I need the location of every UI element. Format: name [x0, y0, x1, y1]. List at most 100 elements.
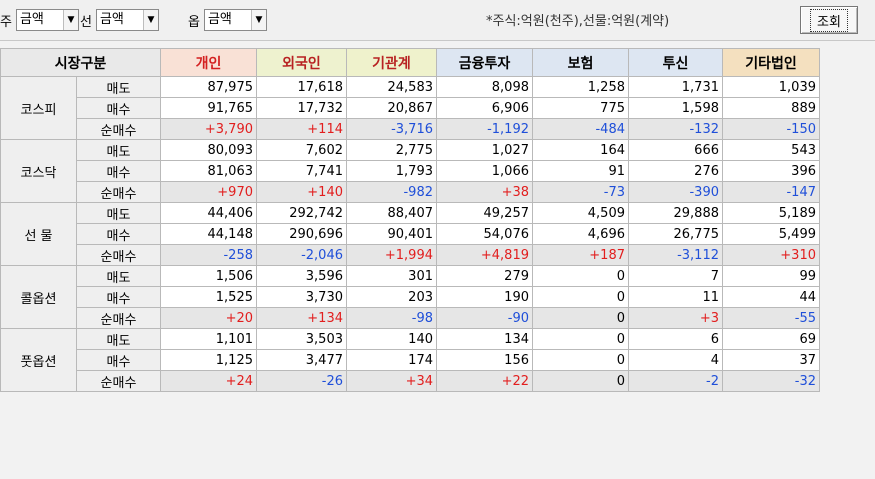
value-cell: +38 [436, 181, 533, 203]
trade-type-cell: 매도 [76, 265, 161, 287]
table-row[interactable]: 매수 44,148 290,696 90,401 54,076 4,696 26,775 5,… [1, 223, 820, 245]
value-cell: 6,906 [436, 97, 533, 119]
value-cell: 1,258 [532, 76, 629, 98]
header-other-corp: 기타법인 [722, 48, 820, 77]
table-row[interactable]: 풋옵션 매도 1,101 3,503 140 134 0 6 69 [0, 328, 820, 392]
trade-type-cell: 매도 [76, 76, 161, 98]
value-cell: -2 [628, 370, 723, 392]
value-cell: 1,027 [436, 139, 533, 161]
stock-filter-label: 주 [0, 14, 12, 30]
stock-unit-value: 금액 [19, 12, 44, 27]
table-row[interactable]: 매수 81,063 7,741 1,793 1,066 91 276 396 [1, 160, 820, 182]
value-cell: 87,975 [160, 76, 257, 98]
value-cell: -26 [256, 370, 347, 392]
stock-unit-select[interactable]: 금액 ▼ [15, 9, 79, 31]
chevron-down-icon[interactable]: ▼ [142, 10, 158, 30]
table-row[interactable]: 코스닥 매도 80,093 7,602 2,775 1,027 164 666 543 [0, 139, 820, 203]
value-cell: 17,618 [256, 76, 347, 98]
value-cell: 44,406 [160, 202, 257, 224]
value-cell: 301 [346, 265, 437, 287]
table-row[interactable]: 순매수 +24 -26 +34 +22 0 -2 -32 [1, 370, 820, 392]
header-institution: 기관계 [346, 48, 437, 77]
value-cell: 88,407 [346, 202, 437, 224]
value-cell: +3,790 [160, 118, 257, 140]
toolbar: 주 금액 ▼ 선 금액 ▼ 옵 금액 ▼ *주식:억원(천주),선물:억원(계약… [0, 0, 875, 41]
table-row[interactable]: 선 물 매도 44,406 292,742 88,407 49,257 4,509 29,88… [0, 202, 820, 266]
value-cell: 1,525 [160, 286, 257, 308]
value-cell: 37 [722, 349, 820, 371]
table-row[interactable]: 순매수 +20 +134 -98 -90 0 +3 -55 [1, 307, 820, 329]
value-cell: 2,775 [346, 139, 437, 161]
value-cell: 775 [532, 97, 629, 119]
chevron-down-icon[interactable]: ▼ [62, 10, 78, 30]
value-cell: 44 [722, 286, 820, 308]
value-cell: 290,696 [256, 223, 347, 245]
value-cell: +134 [256, 307, 347, 329]
table-row[interactable]: 매수 1,525 3,730 203 190 0 11 44 [1, 286, 820, 308]
unit-note: *주식:억원(천주),선물:억원(계약) [486, 14, 670, 29]
table-row[interactable]: 순매수 +970 +140 -982 +38 -73 -390 -147 [1, 181, 820, 203]
value-cell: 3,477 [256, 349, 347, 371]
value-cell: -73 [532, 181, 629, 203]
value-cell: -390 [628, 181, 723, 203]
market-cell: 선 물 [0, 202, 77, 266]
value-cell: 5,189 [722, 202, 820, 224]
value-cell: 99 [722, 265, 820, 287]
value-cell: 7 [628, 265, 723, 287]
futures-unit-select[interactable]: 금액 ▼ [95, 9, 159, 31]
options-unit-select[interactable]: 금액 ▼ [203, 9, 267, 31]
value-cell: 0 [532, 307, 629, 329]
stock-filter: 주 금액 ▼ [0, 9, 79, 31]
futures-unit-value: 금액 [99, 12, 124, 27]
table-row[interactable]: 매수 1,125 3,477 174 156 0 4 37 [1, 349, 820, 371]
table-row[interactable]: 매수 91,765 17,732 20,867 6,906 775 1,598 889 [1, 97, 820, 119]
value-cell: 140 [346, 328, 437, 350]
table-body: 코스피 매도 87,975 17,618 24,583 8,098 1,258 1,731 1,… [0, 76, 820, 392]
value-cell: 190 [436, 286, 533, 308]
value-cell: 7,741 [256, 160, 347, 182]
table-row[interactable]: 코스피 매도 87,975 17,618 24,583 8,098 1,258 1,731 1,… [0, 76, 820, 140]
value-cell: +20 [160, 307, 257, 329]
trade-type-cell: 순매수 [76, 370, 161, 392]
value-cell: 81,063 [160, 160, 257, 182]
table-row[interactable]: 콜옵션 매도 1,506 3,596 301 279 0 7 99 [0, 265, 820, 329]
value-cell: -147 [722, 181, 820, 203]
value-cell: +3 [628, 307, 723, 329]
value-cell: 4 [628, 349, 723, 371]
investor-trading-table: 시장구분 개인 외국인 기관계 금융투자 보험 투신 기타법인 코스피 매도 87,… [0, 48, 820, 392]
value-cell: 0 [532, 265, 629, 287]
value-cell: 26,775 [628, 223, 723, 245]
value-cell: 3,596 [256, 265, 347, 287]
header-insurance: 보험 [532, 48, 629, 77]
header-market: 시장구분 [0, 48, 161, 77]
query-button[interactable]: 조회 [800, 6, 858, 34]
value-cell: -55 [722, 307, 820, 329]
value-cell: 1,101 [160, 328, 257, 350]
trade-type-cell: 매수 [76, 223, 161, 245]
value-cell: 80,093 [160, 139, 257, 161]
value-cell: 91 [532, 160, 629, 182]
header-financial-investment: 금융투자 [436, 48, 533, 77]
value-cell: +187 [532, 244, 629, 266]
value-cell: 292,742 [256, 202, 347, 224]
value-cell: -3,112 [628, 244, 723, 266]
value-cell: -32 [722, 370, 820, 392]
value-cell: 24,583 [346, 76, 437, 98]
value-cell: +140 [256, 181, 347, 203]
value-cell: 1,039 [722, 76, 820, 98]
value-cell: 0 [532, 328, 629, 350]
value-cell: -2,046 [256, 244, 347, 266]
header-foreign: 외국인 [256, 48, 347, 77]
value-cell: 174 [346, 349, 437, 371]
chevron-down-icon[interactable]: ▼ [250, 10, 266, 30]
value-cell: 134 [436, 328, 533, 350]
value-cell: +1,994 [346, 244, 437, 266]
value-cell: -258 [160, 244, 257, 266]
value-cell: +310 [722, 244, 820, 266]
trade-type-cell: 매도 [76, 328, 161, 350]
value-cell: 1,731 [628, 76, 723, 98]
table-row[interactable]: 순매수 -258 -2,046 +1,994 +4,819 +187 -3,112 +310 [1, 244, 820, 266]
value-cell: +114 [256, 118, 347, 140]
table-row[interactable]: 순매수 +3,790 +114 -3,716 -1,192 -484 -132 -150 [1, 118, 820, 140]
value-cell: 0 [532, 286, 629, 308]
